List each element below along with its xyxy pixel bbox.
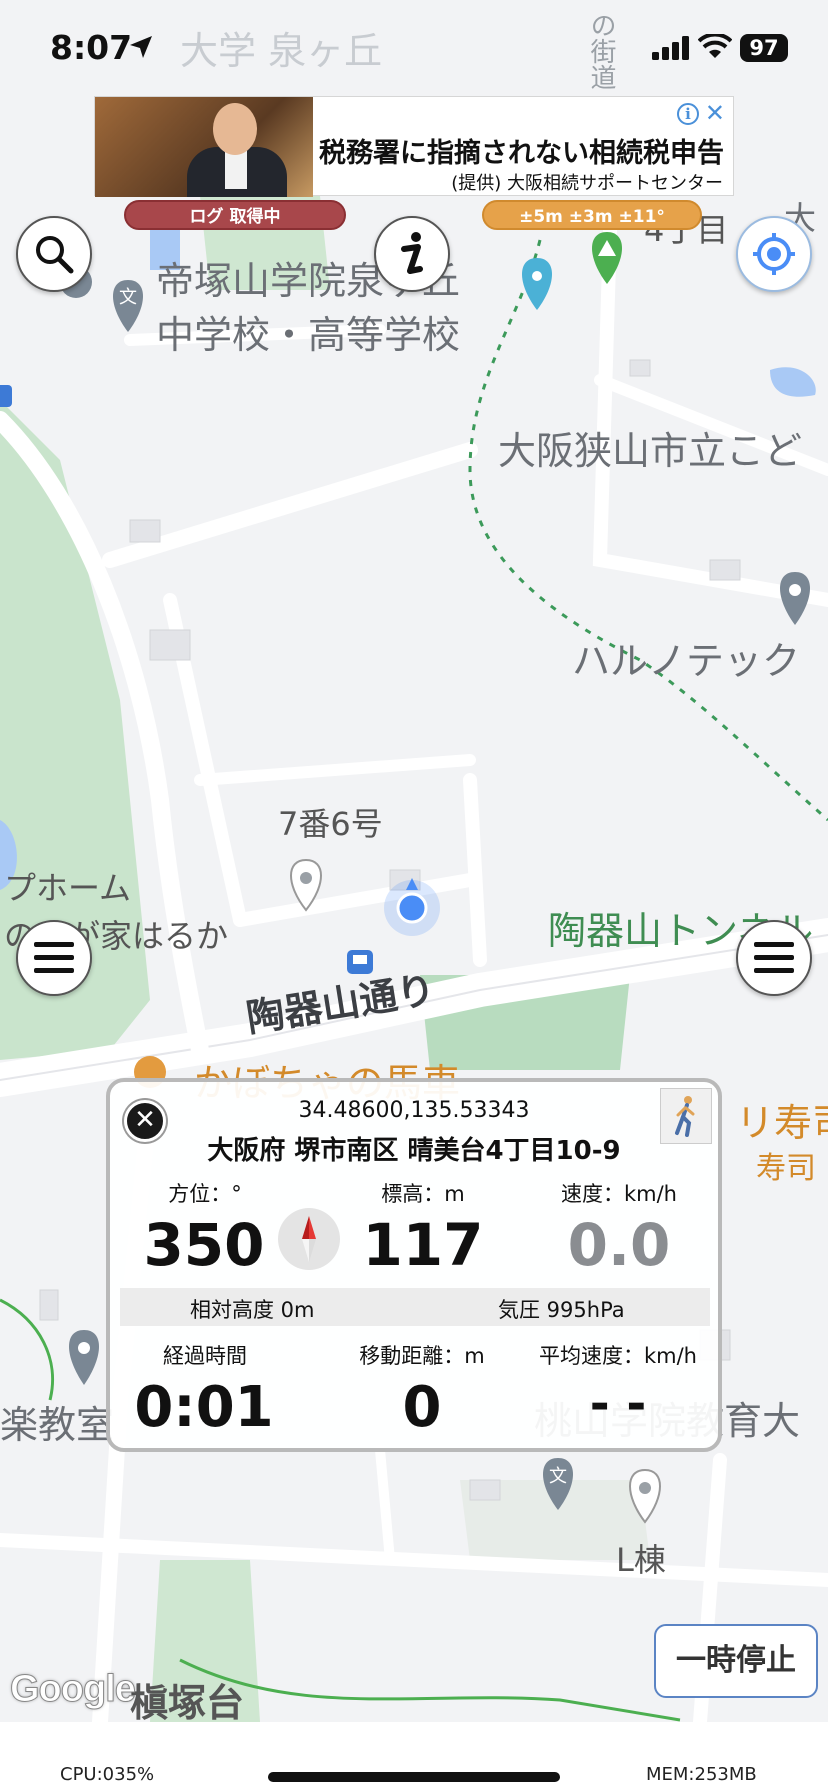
relative-altitude: 相対高度 0m (190, 1298, 315, 1322)
map-label: 楽教室 (0, 1403, 115, 1447)
map-pin-icon[interactable] (780, 572, 810, 625)
distance-value: 0 (402, 1375, 442, 1440)
clock: 8:07 (50, 28, 133, 67)
distance-label: 移動距離：m (359, 1344, 485, 1368)
ad-headline[interactable]: 税務署に指摘されない相続税申告 (319, 131, 724, 170)
altitude-label: 標高：m (381, 1182, 465, 1206)
map-label: L棟 (616, 1541, 666, 1579)
info-button[interactable] (374, 216, 450, 292)
locate-button[interactable] (736, 216, 812, 292)
svg-text:文: 文 (549, 1466, 567, 1487)
search-button[interactable] (16, 216, 92, 292)
mode-button[interactable] (660, 1088, 712, 1144)
status-bar: 8:07 97 (0, 0, 828, 96)
menu-icon (754, 942, 794, 973)
location-arrow-icon (130, 36, 152, 58)
coordinates: 34.48600,135.53343 (298, 1098, 530, 1123)
water-area (770, 367, 816, 397)
close-icon[interactable]: ✕ (705, 101, 725, 125)
ad-banner[interactable]: 税務署に指摘されない相続税申告 (提供) 大阪相続サポートセンター i ✕ (94, 96, 734, 197)
ad-photo (95, 97, 313, 197)
heading-value: 350 (143, 1211, 265, 1279)
boundary-line (468, 239, 828, 822)
footer-bar: CPU:035% MEM:253MB (0, 1722, 828, 1792)
battery-icon: 97 (740, 34, 788, 62)
map-label: ハルノテック (572, 639, 801, 683)
altitude-value: 117 (362, 1211, 484, 1279)
elapsed-label: 経過時間 (163, 1344, 247, 1368)
sub-stats-row: 相対高度 0m 気圧 995hPa (120, 1288, 710, 1326)
compass-icon (278, 1208, 340, 1270)
home-indicator[interactable] (268, 1772, 560, 1782)
log-status-badge: ログ 取得中 (124, 200, 346, 230)
map-label: 槇塚台 (130, 1681, 245, 1725)
speed-label: 速度：km/h (560, 1182, 677, 1206)
menu-button-right[interactable] (736, 920, 812, 996)
elapsed-value: 0:01 (134, 1375, 274, 1440)
map-pin-icon[interactable] (69, 1330, 99, 1385)
wifi-icon (698, 34, 732, 58)
svg-text:文: 文 (119, 287, 137, 308)
map-label: プホーム (4, 869, 132, 907)
avg-speed-value: - - (589, 1376, 647, 1432)
pause-button[interactable]: 一時停止 (654, 1624, 818, 1698)
school-icon[interactable]: 文 (113, 280, 143, 332)
heading-label: 方位：° (168, 1182, 242, 1206)
info-panel: ✕ 34.48600,135.53343 大阪府 堺市南区 晴美台4丁目10-9… (106, 1078, 722, 1452)
search-icon (36, 236, 74, 274)
menu-icon (34, 942, 74, 973)
map-label: 7番6号 (278, 805, 383, 843)
map-label: 寿司 (756, 1151, 816, 1186)
place-icon[interactable] (522, 258, 552, 310)
target-icon (753, 233, 795, 275)
ad-sponsor: (提供) 大阪相続サポートセンター (451, 173, 723, 194)
park-icon[interactable] (592, 232, 622, 284)
cpu-usage: CPU:035% (60, 1764, 155, 1785)
signal-icon (652, 36, 689, 60)
walking-icon (675, 1096, 695, 1137)
speed-value: 0.0 (567, 1211, 671, 1279)
address: 大阪府 堺市南区 晴美台4丁目10-9 (207, 1136, 621, 1166)
avg-speed-label: 平均速度：km/h (538, 1344, 697, 1368)
info-icon[interactable]: i (677, 103, 699, 125)
menu-button-left[interactable] (16, 920, 92, 996)
pressure: 気圧 995hPa (498, 1298, 625, 1322)
my-location-dot (396, 892, 428, 924)
info-icon (401, 232, 423, 274)
bus-stop-icon[interactable] (0, 385, 12, 407)
bus-stop-icon[interactable] (347, 950, 373, 974)
map-label: 大阪狭山市立こど (498, 429, 803, 473)
map-label: 中学校・高等学校 (156, 313, 461, 357)
memory-usage: MEM:253MB (646, 1764, 757, 1785)
accuracy-badge: ±5m ±3m ±11° (482, 200, 702, 230)
google-logo: Google (10, 1668, 137, 1711)
